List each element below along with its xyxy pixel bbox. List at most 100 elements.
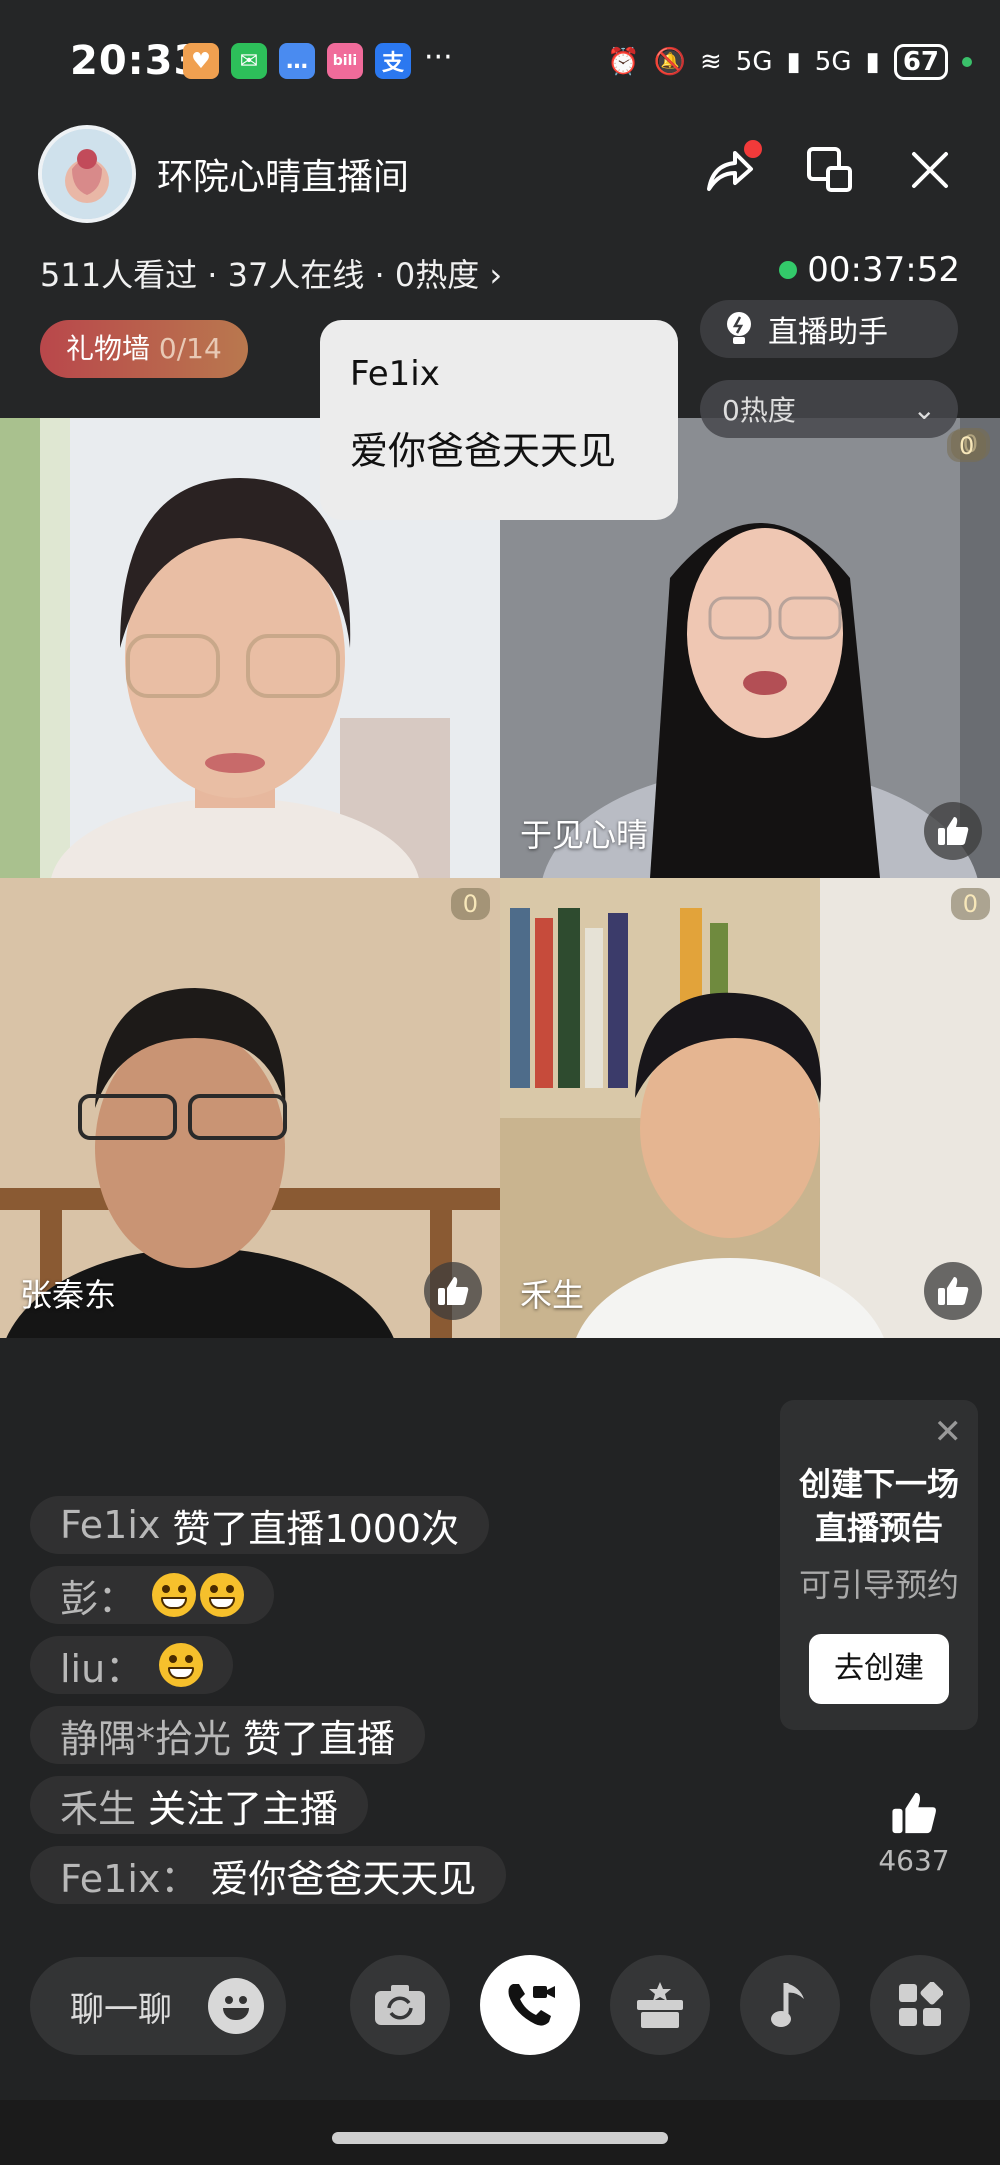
wifi-icon: ≋ [699,47,722,77]
promo-title-2: 直播预告 [814,1509,943,1547]
room-title: 环院心晴直播间 [157,157,410,198]
status-more-icon: ··· [424,40,453,75]
pip-icon [807,147,852,192]
music-button[interactable] [740,1955,840,2055]
thumbs-up-icon [892,1792,936,1834]
create-preview-button[interactable]: 去创建 [809,1634,949,1704]
bubble-message: 爱你爸爸天天见 [350,429,617,473]
chat-username: 静隅*拾光 [60,1716,232,1761]
hesheng-video-frame [500,878,1000,1338]
participant-name: 张秦东 [20,1276,117,1314]
thumbs-up-icon [938,1277,969,1305]
close-button[interactable] [900,140,960,200]
gift-count-badge: 0 [950,888,990,920]
chat-message: liu： [30,1636,234,1694]
grin-emoji-icon [152,1573,197,1617]
status-right-group: ⏰ 🔕 ≋ 5G ▮ 5G ▮ 67 [607,44,972,80]
live-timer-text: 00:37:52 [807,250,960,290]
bubble-username: Fe1ix [350,354,440,394]
bilibili-icon: bili [327,43,363,79]
camera-flip-icon [375,1985,425,2025]
heart-app-icon: ♥ [183,43,219,79]
more-tools-button[interactable] [870,1955,970,2055]
close-icon [912,152,948,188]
thumbs-up-icon [938,817,969,845]
co-host-call-button[interactable] [480,1955,580,2055]
battery-level: 67 [893,44,948,80]
like-participant-button[interactable] [424,1262,482,1320]
promo-subtitle: 可引导预约 [798,1566,959,1604]
signal-bars-icon: ▮ [865,47,880,77]
chat-message: 禾生 关注了主播 [30,1776,369,1834]
phone-video-icon [508,1984,555,2026]
emoji-icon[interactable] [208,1978,264,2034]
live-dot-icon [779,261,798,279]
gift-wall-label: 礼物墙 [66,332,151,365]
zhangqindong-video-frame [0,878,500,1338]
signal-5g-1: 5G [735,47,773,77]
pinned-comment-bubble: Fe1ix 爱你爸爸天天见 [320,320,678,520]
mute-icon: 🔕 [653,47,686,77]
participant-name: 禾生 [520,1276,585,1314]
gift-wall-total: /14 [176,332,222,365]
chat-message: Fe1ix 赞了直播1000次 [30,1496,490,1554]
close-promo-icon[interactable]: ✕ [934,1412,963,1452]
gift-wall-button[interactable]: 礼物墙 0/14 [40,320,248,378]
like-participant-button[interactable] [924,1262,982,1320]
chat-message: Fe1ix： 爱你爸爸天天见 [30,1846,507,1904]
live-assistant-button[interactable]: 直播助手 [700,300,958,358]
gift-box-button[interactable] [610,1955,710,2055]
live-timer: 00:37:52 [779,250,960,290]
like-counter[interactable]: 4637 [874,1790,954,1877]
signal-5g-2: 5G [814,47,852,77]
chat-username: Fe1ix [60,1503,161,1547]
like-count: 4637 [878,1844,950,1877]
apps-grid-icon [899,1982,943,2026]
chat-message: 彭： [30,1566,275,1624]
alipay-icon: 支 [375,43,411,79]
live-assistant-label: 直播助手 [768,315,888,350]
messages-icon: … [279,43,315,79]
flip-camera-button[interactable] [350,1955,450,2055]
like-participant-button[interactable] [924,802,982,860]
chat-input-button[interactable]: 聊一聊 [30,1957,286,2055]
grin-emoji-icon [200,1573,245,1617]
gift-count-badge: 0 [450,888,490,920]
signal-bars-icon: ▮ [786,47,801,77]
thumbs-up-icon [438,1277,469,1305]
alarm-icon: ⏰ [607,47,640,77]
room-avatar[interactable] [38,125,136,223]
chat-username: liu： [60,1646,144,1691]
heat-dropdown[interactable]: 0热度 ⌄ [700,380,958,438]
chat-username: Fe1ix： [60,1856,199,1901]
chevron-down-icon: ⌄ [912,392,936,426]
gift-count-badge: 0 [947,430,987,462]
grin-emoji-icon [159,1643,204,1687]
chat-username: 彭： [60,1576,137,1621]
video-tile-zhangqindong[interactable]: 张秦东 0 [0,878,500,1338]
chat-input-placeholder: 聊一聊 [70,1989,172,2030]
chat-message: 静隅*拾光 赞了直播 [30,1706,426,1764]
viewer-stats[interactable]: 511人看过 · 37人在线 · 0热度 › [40,250,502,296]
music-note-icon [771,1983,804,2027]
home-indicator[interactable] [332,2132,668,2144]
chat-text: 关注了主播 [148,1786,339,1831]
chat-username: 禾生 [60,1786,137,1831]
gift-wall-count: 0 [158,332,177,365]
share-badge-dot [744,140,762,158]
share-button[interactable] [700,140,762,200]
chat-text: 赞了直播1000次 [172,1506,460,1551]
privacy-dot [962,57,972,67]
chat-text: 赞了直播 [243,1716,396,1761]
video-tile-hesheng[interactable]: 禾生 0 [500,878,1000,1338]
avatar-illustration [42,129,132,219]
bulb-icon [727,312,751,344]
gift-box-icon [637,1982,683,2028]
next-live-promo-card: ✕ 创建下一场 直播预告 可引导预约 去创建 [780,1400,978,1730]
wechat-icon: ✉ [231,43,267,79]
heat-dropdown-label: 0热度 [722,394,796,427]
window-mode-button[interactable] [800,140,860,200]
participant-name: 于见心晴 [520,816,649,854]
promo-title-1: 创建下一场 [798,1465,959,1503]
chat-text: 爱你爸爸天天见 [210,1856,477,1901]
